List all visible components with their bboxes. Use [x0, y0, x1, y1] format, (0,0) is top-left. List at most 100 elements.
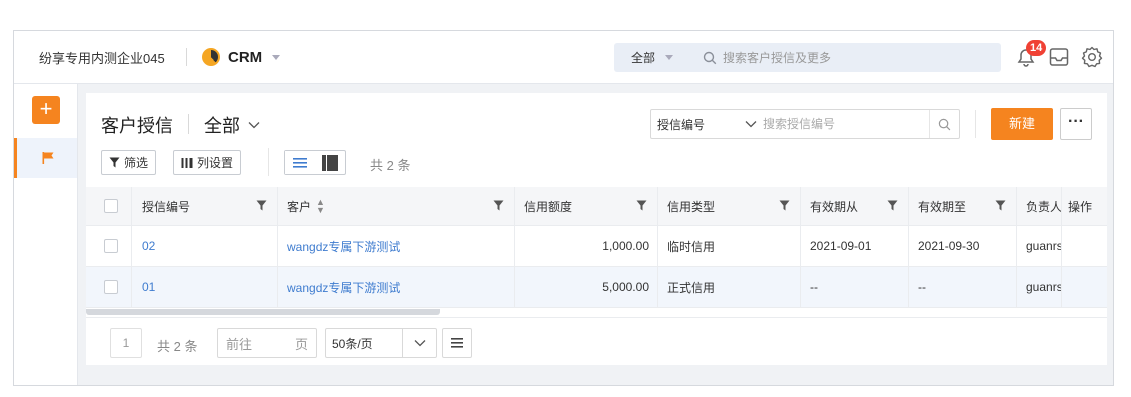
view-label: 全部 [204, 116, 240, 136]
search-scope-select[interactable]: 全部 [631, 49, 674, 66]
column-filter-icon[interactable] [493, 200, 504, 211]
global-search-input[interactable] [723, 50, 974, 65]
page-title: 客户授信 [101, 116, 173, 136]
caret-down-icon [665, 55, 674, 60]
page-size-dropdown[interactable] [402, 329, 436, 357]
view-selector[interactable]: 全部 [204, 112, 260, 138]
page-size-select[interactable]: 50条/页 [325, 328, 437, 358]
left-rail: + [14, 84, 78, 385]
credit-code-link[interactable]: 02 [132, 226, 278, 266]
column-header[interactable]: 客户 ▲ ▼ [278, 187, 515, 225]
goto-suffix: 页 [294, 336, 308, 352]
notification-badge: 14 [1026, 40, 1047, 56]
row-actions [1062, 226, 1107, 266]
row-select-cell [86, 226, 132, 266]
card-view-button[interactable] [315, 151, 345, 174]
horizontal-scrollbar[interactable] [86, 309, 440, 315]
view-toggle [284, 150, 346, 175]
column-label: 操作 [1068, 199, 1093, 214]
top-bar: 纷享专用内测企业045 CRM 全部 14 [14, 31, 1113, 84]
pagination: 1 共 2 条 前往 页 50条/页 [86, 317, 1107, 365]
toolbar-divider [268, 148, 269, 176]
app-name: CRM [228, 48, 263, 66]
pager-menu-button[interactable] [442, 328, 472, 358]
page-size-value: 50条/页 [332, 336, 373, 351]
row-select-cell [86, 267, 132, 307]
filter-button[interactable]: 筛选 [101, 150, 157, 175]
column-filter-icon[interactable] [779, 200, 790, 211]
select-all-checkbox[interactable] [104, 199, 118, 213]
table-row[interactable]: 01 wangdz专属下游测试 5,000.00 正式信用 -- -- guan… [86, 267, 1107, 308]
row-checkbox[interactable] [104, 239, 118, 253]
record-search: 授信编号 [650, 109, 960, 139]
credit-table: 授信编号 客户 ▲ ▼ 信用额度 信用类型 有效期从 有效期至 负责人 操作 0… [86, 187, 1107, 308]
column-filter-icon[interactable] [995, 200, 1006, 211]
record-total: 共 2 条 [370, 158, 411, 173]
record-search-input[interactable] [763, 117, 923, 131]
valid-from: -- [801, 267, 909, 307]
title-divider [188, 114, 189, 134]
column-header[interactable]: 信用额度 [515, 187, 658, 225]
record-search-button[interactable] [929, 110, 959, 138]
valid-to: 2021-09-30 [909, 226, 1017, 266]
credit-amount: 5,000.00 [515, 267, 658, 307]
more-button[interactable]: ··· [1060, 108, 1092, 140]
list-view-icon [293, 157, 307, 168]
column-filter-icon[interactable] [636, 200, 647, 211]
credit-type: 临时信用 [658, 226, 801, 266]
row-checkbox[interactable] [104, 280, 118, 294]
filter-icon [109, 157, 120, 168]
column-header[interactable]: 授信编号 [132, 187, 278, 225]
inbox-icon[interactable] [1047, 45, 1071, 69]
column-header[interactable]: 有效期至 [909, 187, 1017, 225]
page-number-button[interactable]: 1 [110, 328, 142, 358]
owner: guanrs [1017, 267, 1062, 307]
column-header[interactable]: 有效期从 [801, 187, 909, 225]
column-label: 客户 [287, 199, 312, 214]
goto-prefix: 前往 [226, 336, 253, 352]
chevron-down-icon [248, 122, 260, 129]
column-settings-label: 列设置 [197, 156, 234, 170]
list-view-button[interactable] [285, 151, 315, 174]
sort-icon[interactable]: ▲ ▼ [316, 198, 325, 215]
menu-icon [451, 338, 463, 348]
column-settings-button[interactable]: 列设置 [173, 150, 242, 175]
new-button[interactable]: 新建 [991, 108, 1053, 140]
table-header: 授信编号 客户 ▲ ▼ 信用额度 信用类型 有效期从 有效期至 负责人 操作 [86, 187, 1107, 226]
goto-page-input[interactable]: 前往 页 [217, 328, 317, 358]
column-filter-icon[interactable] [887, 200, 898, 211]
column-label: 有效期从 [810, 199, 859, 214]
customer-link[interactable]: wangdz专属下游测试 [278, 267, 515, 307]
column-label: 负责人 [1026, 199, 1062, 214]
table-row[interactable]: 02 wangdz专属下游测试 1,000.00 临时信用 2021-09-01… [86, 226, 1107, 267]
column-filter-icon[interactable] [256, 200, 267, 211]
main-panel: 客户授信 全部 授信编号 新建 ··· [86, 93, 1107, 365]
app-switcher[interactable]: CRM [202, 46, 281, 68]
header-divider [186, 48, 187, 66]
search-icon [938, 118, 951, 130]
valid-to: -- [909, 267, 1017, 307]
app-window: 纷享专用内测企业045 CRM 全部 14 [13, 30, 1114, 386]
owner: guanrs [1017, 226, 1062, 266]
column-label: 授信编号 [142, 199, 191, 214]
select-all-cell [86, 187, 132, 225]
search-scope-label: 全部 [631, 51, 656, 65]
customer-link[interactable]: wangdz专属下游测试 [278, 226, 515, 266]
column-label: 信用额度 [524, 199, 573, 214]
columns-icon [181, 157, 193, 168]
add-button[interactable]: + [32, 96, 60, 124]
valid-from: 2021-09-01 [801, 226, 909, 266]
credit-type: 正式信用 [658, 267, 801, 307]
column-header: 操作 [1062, 187, 1107, 225]
search-field-select[interactable]: 授信编号 [651, 110, 763, 138]
gear-icon[interactable] [1080, 45, 1104, 69]
company-name[interactable]: 纷享专用内测企业045 [39, 48, 165, 67]
column-header[interactable]: 信用类型 [658, 187, 801, 225]
credit-code-link[interactable]: 01 [132, 267, 278, 307]
rail-item-credit[interactable] [14, 138, 77, 178]
column-label: 信用类型 [667, 199, 716, 214]
toolbar-divider [975, 110, 976, 138]
column-header[interactable]: 负责人 [1017, 187, 1062, 225]
flag-icon [42, 152, 54, 164]
card-view-icon [322, 154, 338, 171]
